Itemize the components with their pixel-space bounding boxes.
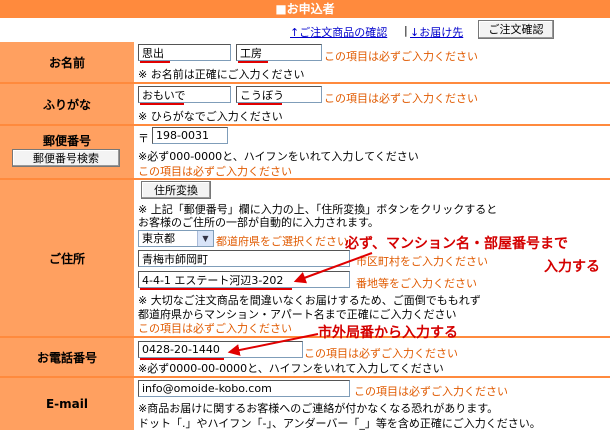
nav-separator: | — [404, 24, 408, 37]
chevron-down-icon[interactable]: ▼ — [197, 231, 213, 246]
cart-confirm-link[interactable]: ↑ご注文商品の確認 — [290, 24, 387, 40]
row-email: E-mail この項目は必ずご入力ください ※商品お届けに関するお客様へのご連絡… — [0, 378, 610, 430]
help-text: ※ お名前は正確にご入力ください — [138, 68, 305, 81]
required-note: この項目は必ずご入力ください — [354, 385, 508, 398]
underline-mark — [140, 288, 292, 290]
postal-code-input[interactable] — [152, 127, 228, 144]
prefecture-select[interactable]: 東京都 ▼ — [138, 230, 214, 247]
street-hint: 番地等をご入力ください — [356, 277, 477, 290]
help-text: ※必ず000-0000と、ハイフンをいれて入力してください — [138, 150, 419, 163]
email-input[interactable] — [138, 380, 350, 397]
help-text: ドット「.」やハイフン「-」、アンダーバー「_」等を含め正確にご入力ください。 — [138, 417, 541, 430]
city-input[interactable] — [138, 250, 350, 267]
annotation-address: 必ず、マンション名・部屋番号まで — [345, 236, 569, 252]
required-note: この項目は必ずご入力ください — [324, 92, 478, 105]
label-phone: お電話番号 — [0, 338, 134, 376]
label-kana: ふりがな — [0, 84, 134, 124]
first-name-input[interactable] — [236, 44, 322, 61]
help-text: ※ ひらがなでご入力ください — [138, 110, 283, 123]
street-input[interactable] — [138, 271, 350, 288]
row-postal: 郵便番号 郵便番号検索 〒 ※必ず000-0000と、ハイフンをいれて入力してく… — [0, 126, 610, 180]
label-email: E-mail — [0, 378, 134, 430]
delivery-link[interactable]: ↓お届け先 — [410, 24, 463, 40]
order-confirm-button[interactable]: ご注文確認 — [478, 20, 554, 39]
last-kana-input[interactable] — [138, 86, 231, 103]
address-convert-button[interactable]: 住所変換 — [141, 181, 211, 199]
annotation-address-2: 入力する — [544, 259, 600, 275]
help-text: ※商品お届けに関するお客様へのご連絡が付かなくなる恐れがあります。 — [138, 402, 499, 415]
prefecture-value: 東京都 — [142, 232, 175, 245]
annotation-phone: 市外局番から入力する — [318, 325, 458, 341]
first-kana-input[interactable] — [236, 86, 322, 103]
prefecture-hint: 都道府県をご選択ください — [216, 235, 348, 248]
underline-mark — [238, 61, 268, 63]
city-hint: 市区町村をご入力ください — [356, 255, 488, 268]
help-text: ※必ず0000-00-0000と、ハイフンをいれて入力してください — [138, 362, 444, 375]
row-phone: お電話番号 この項目は必ずご入力ください ※必ず0000-00-0000と、ハイ… — [0, 338, 610, 378]
row-kana: ふりがな この項目は必ずご入力ください ※ ひらがなでご入力ください — [0, 84, 610, 126]
underline-mark — [140, 103, 184, 105]
label-name: お名前 — [0, 42, 134, 82]
required-note: この項目は必ずご入力ください — [324, 50, 478, 63]
required-note: この項目は必ずご入力ください — [304, 347, 458, 360]
required-note: この項目は必ずご入力ください — [138, 322, 292, 335]
label-address: ご住所 — [0, 180, 134, 336]
help-text: お客様のご住所の一部が自動的に入力されます。 — [138, 216, 379, 229]
underline-mark — [238, 103, 282, 105]
phone-input[interactable] — [138, 341, 303, 358]
row-address: ご住所 住所変換 ※ 上記「郵便番号」欄に入力の上、「住所変換」ボタンをクリック… — [0, 180, 610, 338]
underline-mark — [140, 61, 170, 63]
section-title: ■お申込者 — [0, 0, 610, 18]
top-nav: ↑ご注文商品の確認 | ↓お届け先 ご注文確認 — [0, 18, 610, 42]
last-name-input[interactable] — [138, 44, 231, 61]
row-name: お名前 この項目は必ずご入力ください ※ お名前は正確にご入力ください — [0, 42, 610, 84]
required-note: この項目は必ずご入力ください — [138, 165, 292, 178]
postal-search-button[interactable]: 郵便番号検索 — [12, 149, 120, 167]
postal-mark: 〒 — [138, 132, 149, 145]
